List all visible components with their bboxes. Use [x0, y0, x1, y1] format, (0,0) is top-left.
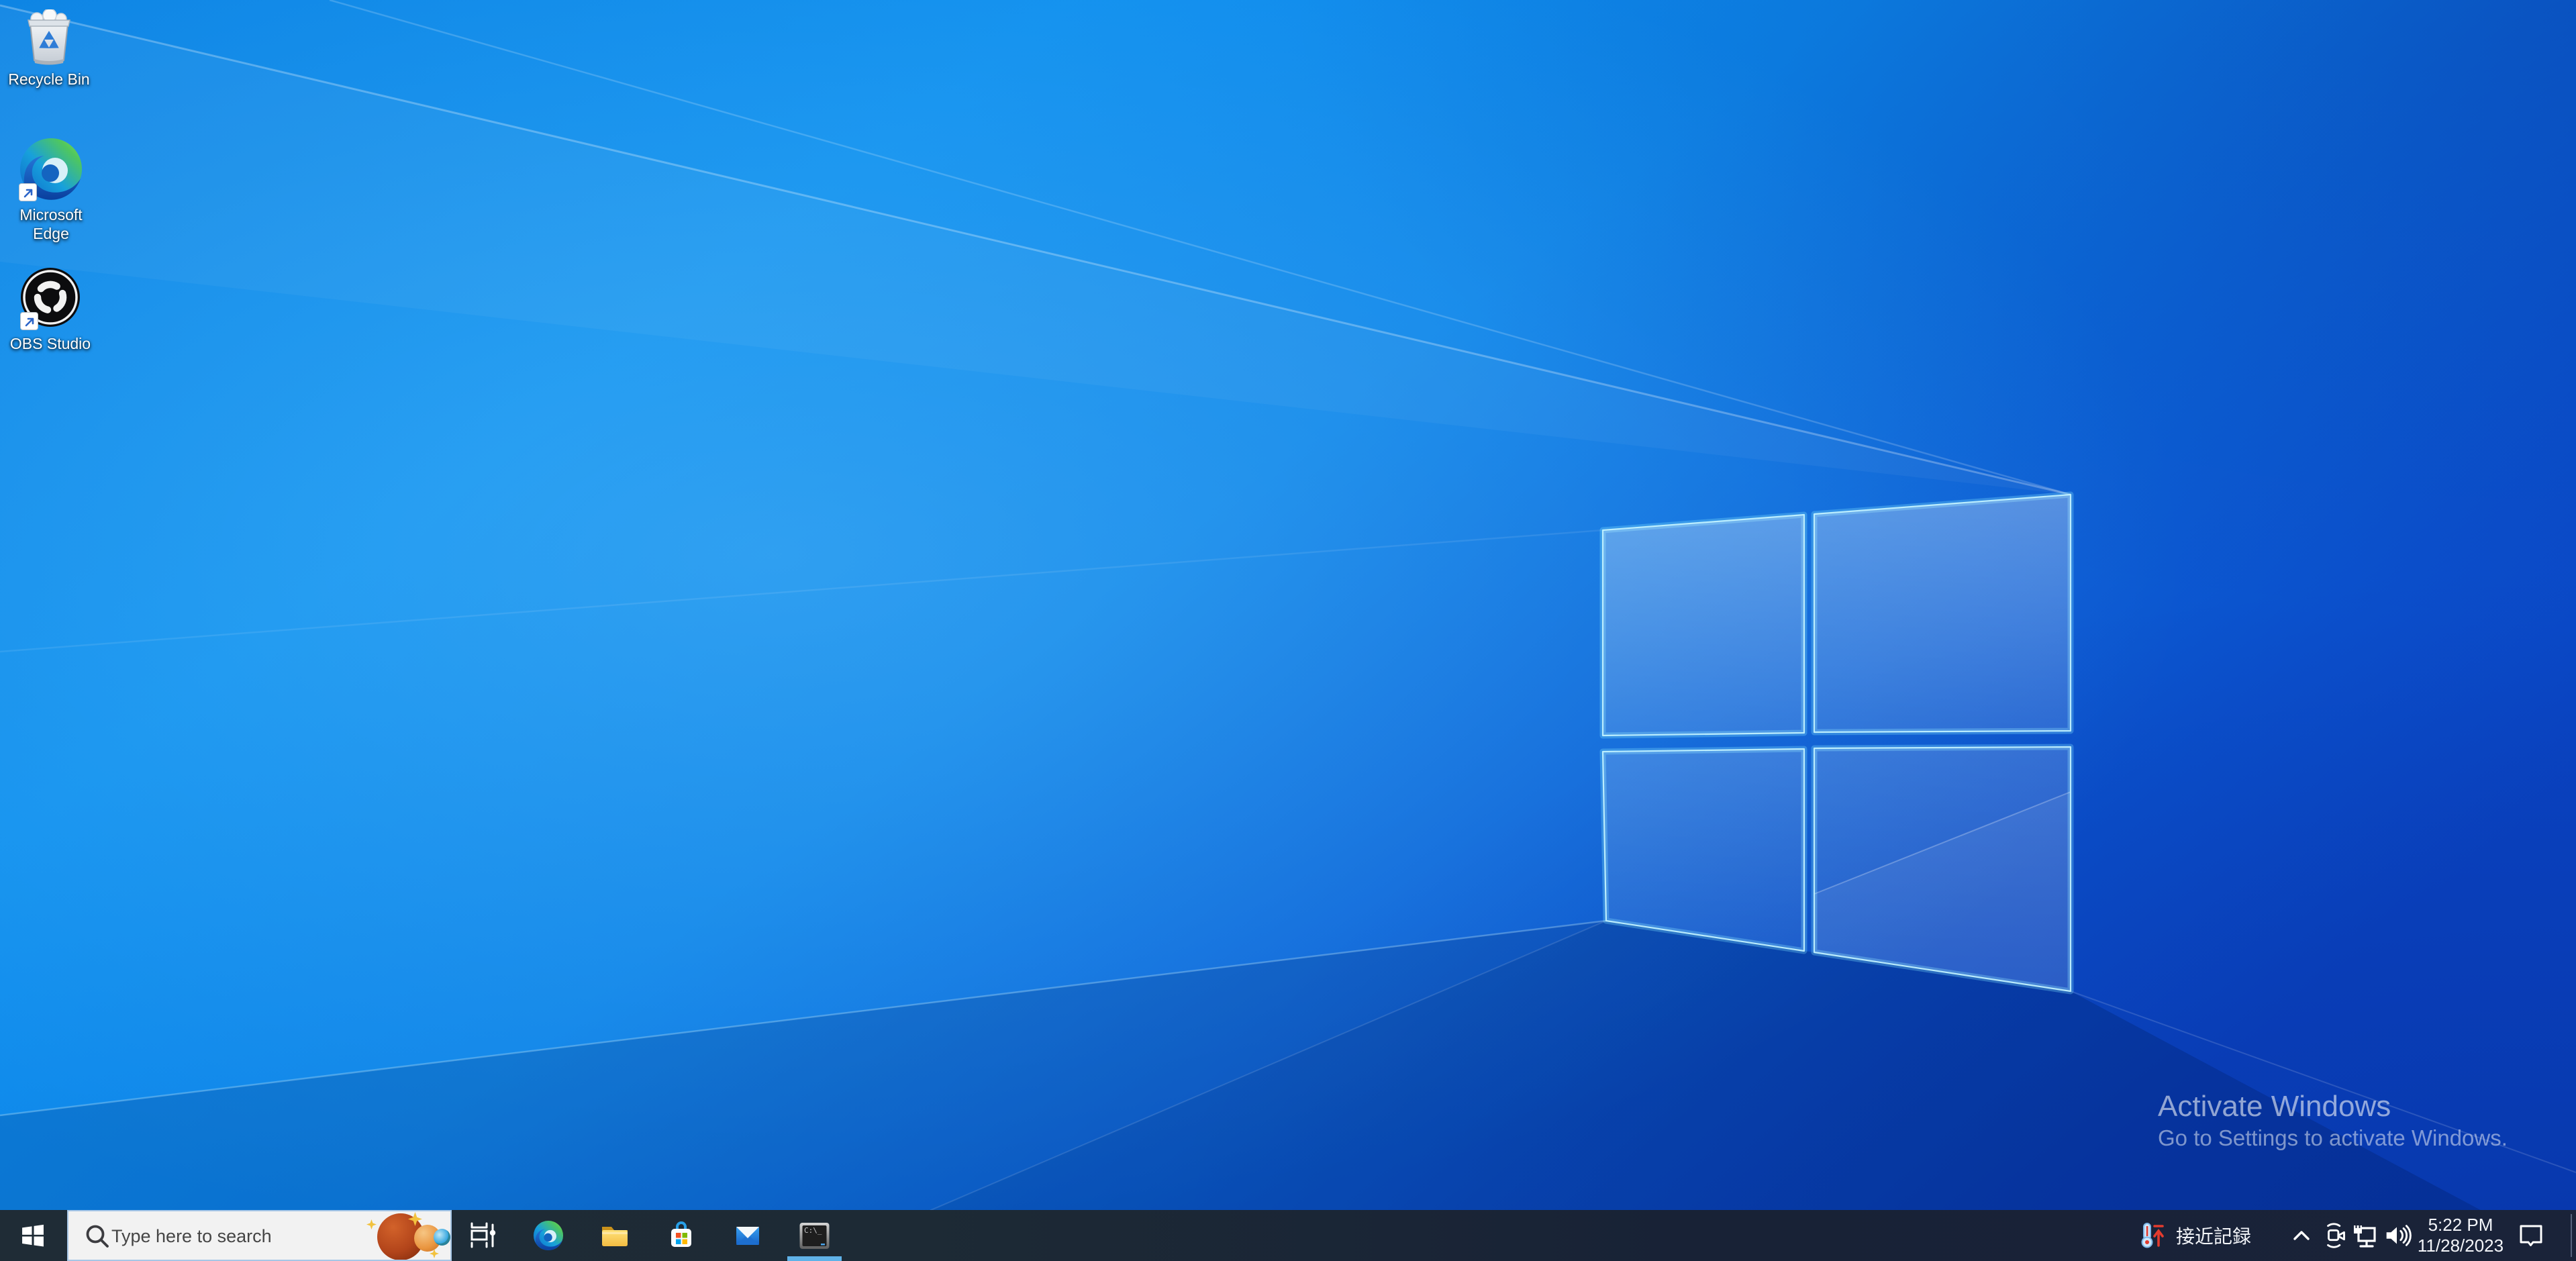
watermark-title: Activate Windows [2158, 1089, 2508, 1124]
windows-start-icon [21, 1223, 45, 1248]
sparkle-icon [366, 1219, 377, 1229]
active-app-indicator [787, 1256, 842, 1261]
logo-pane-top-right [1814, 495, 2071, 732]
start-button[interactable] [0, 1210, 65, 1261]
watermark-subtitle: Go to Settings to activate Windows. [2158, 1124, 2508, 1152]
tray-temperature-label: 接近記録 [2176, 1222, 2251, 1249]
edge-icon [533, 1220, 564, 1251]
desktop-icon-label: OBS Studio [0, 334, 101, 353]
tray-network-button[interactable] [2349, 1210, 2381, 1261]
tray-volume-button[interactable] [2381, 1210, 2412, 1261]
logo-pane-bottom-left [1603, 749, 1804, 951]
taskbar-file-explorer-button[interactable] [599, 1210, 631, 1261]
shortcut-arrow-icon [20, 312, 38, 330]
cmd-icon-text: C:\_ [804, 1226, 822, 1235]
microsoft-store-icon [665, 1219, 697, 1252]
taskbar-mail-button[interactable] [732, 1210, 764, 1261]
mail-icon [732, 1219, 764, 1252]
search-box[interactable] [67, 1210, 452, 1261]
taskbar-command-prompt-button[interactable]: C:\_ [798, 1210, 830, 1261]
search-highlight-earth-icon [434, 1229, 450, 1246]
file-explorer-icon [599, 1219, 631, 1252]
thermometer-icon [2136, 1220, 2167, 1251]
clock-time: 5:22 PM [2428, 1215, 2493, 1235]
wallpaper [0, 0, 2576, 1261]
taskbar-edge-button[interactable] [532, 1210, 564, 1261]
desktop-screen: Recycle Bin Microsoft Edge [0, 0, 2576, 1261]
command-prompt-icon: C:\_ [799, 1220, 830, 1252]
chevron-up-icon [2287, 1221, 2316, 1250]
obs-studio-icon [20, 267, 81, 330]
logo-pane-top-left [1603, 515, 1804, 736]
desktop-icon-label: Microsoft Edge [1, 205, 101, 243]
tray-show-hidden-icons-button[interactable] [2286, 1210, 2317, 1261]
desktop-icon-microsoft-edge[interactable]: Microsoft Edge [1, 137, 101, 243]
task-view-icon [466, 1219, 498, 1252]
desktop-icon-recycle-bin[interactable]: Recycle Bin [0, 9, 99, 89]
desktop-icon-obs-studio[interactable]: OBS Studio [0, 267, 101, 353]
shortcut-arrow-icon [19, 183, 37, 201]
desktop-icon-label: Recycle Bin [0, 70, 99, 89]
recycle-bin-art [23, 9, 75, 66]
clock-date: 11/28/2023 [2418, 1235, 2504, 1256]
meet-now-camera-icon [2321, 1220, 2352, 1251]
action-center-icon [2515, 1219, 2547, 1252]
taskbar-microsoft-store-button[interactable] [665, 1210, 697, 1261]
edge-icon [19, 137, 83, 201]
action-center-button[interactable] [2512, 1210, 2550, 1261]
search-input[interactable] [110, 1211, 307, 1261]
taskbar-task-view-button[interactable] [466, 1210, 498, 1261]
ethernet-network-icon [2349, 1219, 2381, 1252]
recycle-bin-icon [23, 9, 75, 66]
tray-clock[interactable]: 5:22 PM 11/28/2023 [2414, 1210, 2508, 1261]
tray-meet-now-button[interactable] [2321, 1210, 2352, 1261]
taskbar: C:\_ 接近記録 [0, 1210, 2576, 1261]
show-desktop-button[interactable] [2572, 1210, 2576, 1261]
tray-temperature-widget[interactable]: 接近記録 [2136, 1210, 2251, 1261]
activate-windows-watermark: Activate Windows Go to Settings to activ… [2158, 1089, 2508, 1152]
speaker-icon [2381, 1220, 2412, 1251]
